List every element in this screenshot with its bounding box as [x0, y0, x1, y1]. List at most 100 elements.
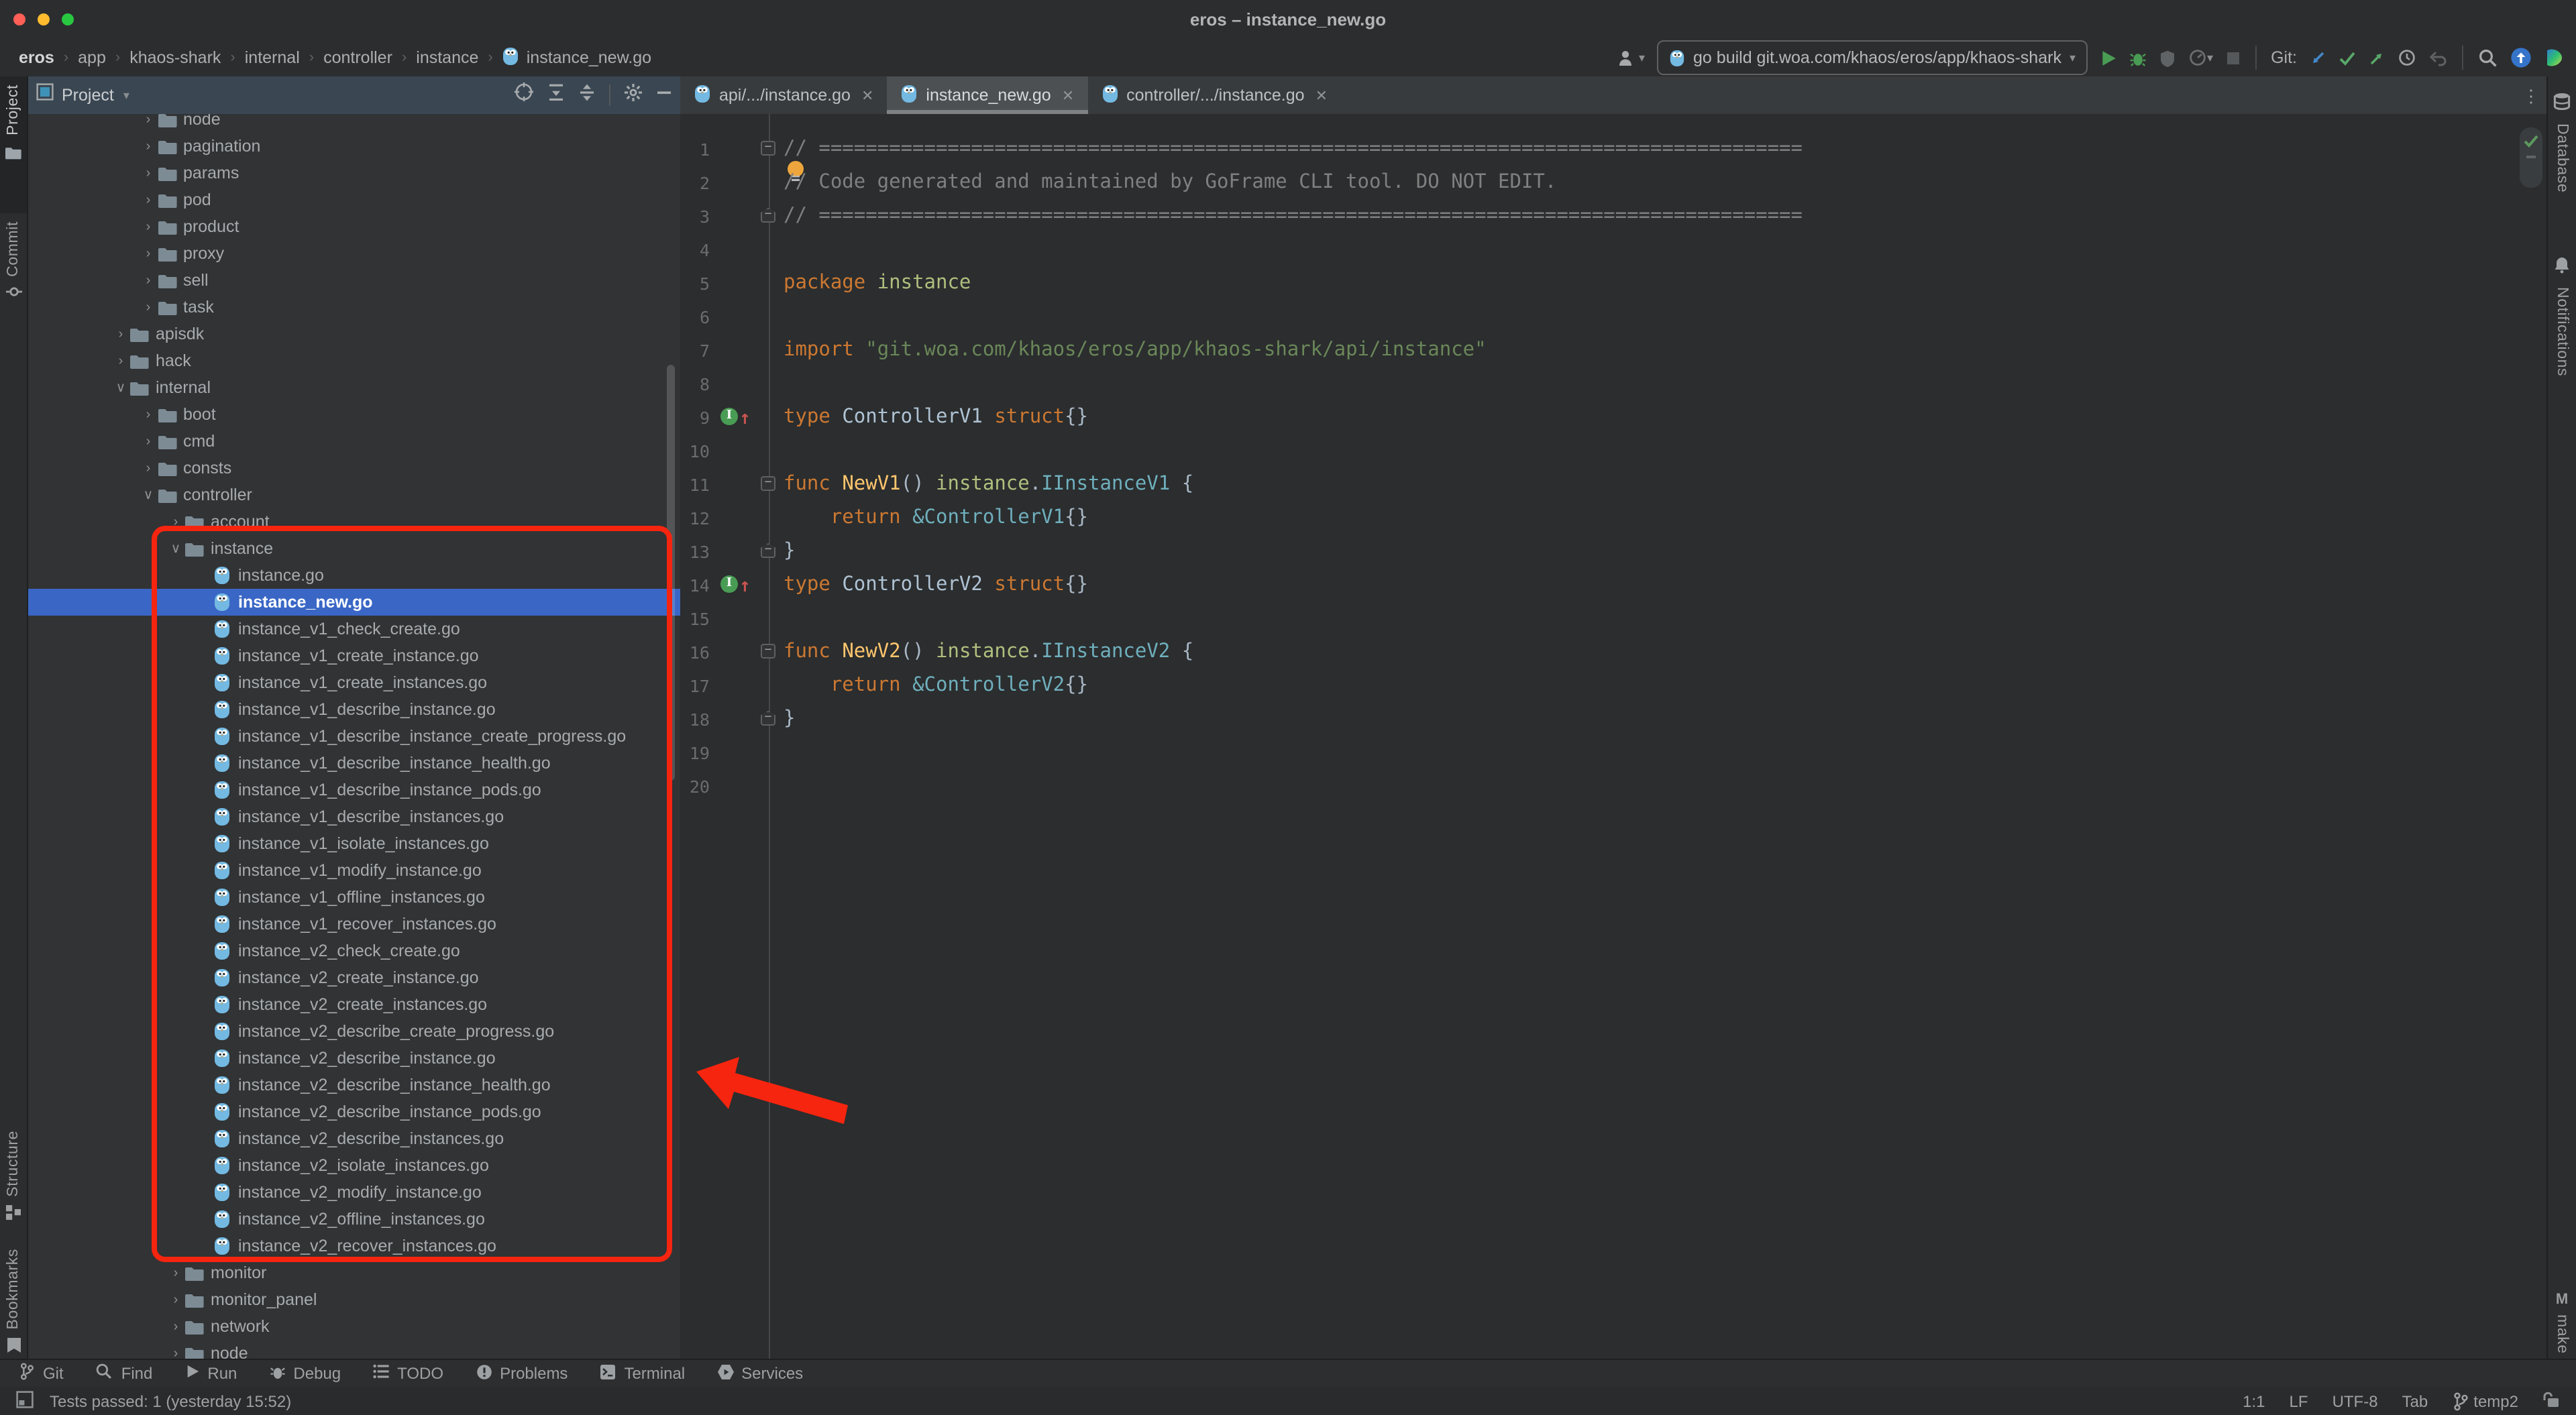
debug-button[interactable]	[2129, 49, 2147, 66]
profiler-button[interactable]: ▾	[2188, 48, 2213, 67]
code-line-18[interactable]: 18−}	[680, 703, 2529, 736]
tool-stripe-project[interactable]: Project	[0, 76, 27, 213]
status-message[interactable]: Tests passed: 1 (yesterday 15:52)	[50, 1392, 291, 1410]
expand-all-icon[interactable]	[547, 82, 565, 108]
tree-item-instance_v1_offline_instances.go[interactable]: instance_v1_offline_instances.go	[28, 884, 680, 911]
code-line-4[interactable]: 4	[680, 233, 2529, 267]
code-line-7[interactable]: 7import "git.woa.com/khaos/eros/app/khao…	[680, 334, 2529, 367]
tree-item-instance_v2_check_create.go[interactable]: instance_v2_check_create.go	[28, 938, 680, 964]
tree-item-instance[interactable]: ∨instance	[28, 535, 680, 562]
file-encoding[interactable]: UTF-8	[2332, 1392, 2378, 1410]
project-panel-header[interactable]: Project ▾	[28, 76, 680, 114]
chevron-right-icon[interactable]: ›	[139, 166, 158, 180]
search-everywhere-icon[interactable]	[2478, 48, 2498, 68]
tree-item-pod[interactable]: ›pod	[28, 186, 680, 213]
tool-stripe-commit[interactable]: Commit	[0, 213, 27, 337]
chevron-right-icon[interactable]: ›	[166, 514, 185, 529]
chevron-right-icon[interactable]: ›	[139, 300, 158, 315]
gear-icon[interactable]	[624, 82, 643, 108]
rollback-button[interactable]	[2428, 49, 2447, 66]
tree-item-instance_v1_isolate_instances.go[interactable]: instance_v1_isolate_instances.go	[28, 830, 680, 857]
tree-item-instance_v2_describe_create_progress.go[interactable]: instance_v2_describe_create_progress.go	[28, 1018, 680, 1045]
chevron-right-icon[interactable]: ›	[166, 1292, 185, 1307]
breadcrumb-item-controller[interactable]: controller	[323, 48, 392, 67]
code-line-3[interactable]: 3−// ===================================…	[680, 200, 2529, 233]
chevron-right-icon[interactable]: ›	[139, 219, 158, 234]
code-line-11[interactable]: 11−func NewV1() instance.IInstanceV1 {	[680, 468, 2529, 502]
code-line-15[interactable]: 15	[680, 602, 2529, 636]
tree-item-sell[interactable]: ›sell	[28, 267, 680, 294]
caret-position[interactable]: 1:1	[2243, 1392, 2265, 1410]
tool-stripe-database[interactable]: Database	[2548, 84, 2576, 232]
git-commit-button[interactable]	[2339, 49, 2356, 66]
tree-item-apisdk[interactable]: ›apisdk	[28, 321, 680, 347]
tree-item-instance_v2_modify_instance.go[interactable]: instance_v2_modify_instance.go	[28, 1179, 680, 1206]
indent-style[interactable]: Tab	[2402, 1392, 2428, 1410]
chevron-right-icon[interactable]: ›	[139, 461, 158, 475]
tool-stripe-notifications[interactable]: Notifications	[2548, 248, 2576, 425]
close-tab-icon[interactable]: ✕	[1062, 87, 1074, 104]
tree-item-monitor[interactable]: ›monitor	[28, 1259, 680, 1286]
tool-window-button-git[interactable]: Git	[19, 1363, 64, 1384]
git-push-button[interactable]	[2368, 49, 2385, 66]
tree-item-product[interactable]: ›product	[28, 213, 680, 240]
close-tab-icon[interactable]: ✕	[861, 87, 873, 104]
breadcrumb-item-internal[interactable]: internal	[245, 48, 300, 67]
code-line-10[interactable]: 10	[680, 435, 2529, 468]
project-scrollbar[interactable]	[667, 365, 675, 781]
code-line-14[interactable]: 14I↑type ControllerV2 struct{}	[680, 569, 2529, 602]
code-editor[interactable]: 1−// ===================================…	[680, 114, 2529, 1360]
tree-item-instance_v2_describe_instance.go[interactable]: instance_v2_describe_instance.go	[28, 1045, 680, 1072]
chevron-right-icon[interactable]: ›	[166, 1346, 185, 1360]
tree-item-instance_v1_describe_instance_create_progress.go[interactable]: instance_v1_describe_instance_create_pro…	[28, 723, 680, 750]
editor-tab-instance_new.go[interactable]: instance_new.go✕	[887, 76, 1087, 114]
tree-item-network[interactable]: ›network	[28, 1313, 680, 1340]
implemented-interface-icon[interactable]: I	[720, 575, 738, 593]
code-line-17[interactable]: 17 return &ControllerV2{}	[680, 669, 2529, 703]
chevron-right-icon[interactable]: ›	[166, 1265, 185, 1280]
chevron-right-icon[interactable]: ›	[139, 407, 158, 422]
code-line-6[interactable]: 6	[680, 300, 2529, 334]
chevron-right-icon[interactable]: ›	[139, 434, 158, 449]
tree-item-node[interactable]: ›node	[28, 1340, 680, 1360]
tree-item-instance_v1_create_instances.go[interactable]: instance_v1_create_instances.go	[28, 669, 680, 696]
tool-window-button-find[interactable]: Find	[96, 1363, 153, 1384]
chevron-right-icon[interactable]: ›	[111, 353, 130, 368]
unlocked-icon[interactable]	[2542, 1390, 2560, 1412]
tree-item-instance.go[interactable]: instance.go	[28, 562, 680, 589]
tree-item-instance_v2_create_instances.go[interactable]: instance_v2_create_instances.go	[28, 991, 680, 1018]
tree-item-instance_v2_describe_instance_pods.go[interactable]: instance_v2_describe_instance_pods.go	[28, 1098, 680, 1125]
code-line-12[interactable]: 12 return &ControllerV1{}	[680, 502, 2529, 535]
tree-item-consts[interactable]: ›consts	[28, 455, 680, 482]
chevron-down-icon[interactable]: ∨	[139, 488, 158, 502]
fold-end-marker-icon[interactable]: −	[761, 711, 775, 726]
tree-item-controller[interactable]: ∨controller	[28, 482, 680, 508]
chevron-right-icon[interactable]: ›	[139, 139, 158, 154]
run-button[interactable]	[2100, 49, 2117, 66]
tool-window-button-debug[interactable]: Debug	[269, 1363, 341, 1383]
tree-item-instance_v2_describe_instances.go[interactable]: instance_v2_describe_instances.go	[28, 1125, 680, 1152]
code-line-2[interactable]: 2// Code generated and maintained by GoF…	[680, 166, 2529, 200]
run-with-coverage-button[interactable]	[2159, 49, 2176, 66]
code-line-1[interactable]: 1−// ===================================…	[680, 133, 2529, 166]
ide-update-icon[interactable]	[2510, 47, 2532, 68]
breadcrumb-item-khaos-shark[interactable]: khaos-shark	[129, 48, 221, 67]
git-update-button[interactable]	[2309, 49, 2326, 66]
tree-item-internal[interactable]: ∨internal	[28, 374, 680, 401]
tree-item-instance_v1_modify_instance.go[interactable]: instance_v1_modify_instance.go	[28, 857, 680, 884]
stop-button[interactable]	[2225, 50, 2240, 65]
tree-item-instance_v1_recover_instances.go[interactable]: instance_v1_recover_instances.go	[28, 911, 680, 938]
tree-item-instance_v2_offline_instances.go[interactable]: instance_v2_offline_instances.go	[28, 1206, 680, 1233]
tree-item-params[interactable]: ›params	[28, 160, 680, 186]
tree-item-account[interactable]: ›account	[28, 508, 680, 535]
hide-panel-icon[interactable]	[656, 83, 672, 107]
code-line-8[interactable]: 8	[680, 367, 2529, 401]
tool-window-button-services[interactable]: Services	[717, 1363, 803, 1383]
editor-tab-controller/.../instance.go[interactable]: controller/.../instance.go✕	[1087, 76, 1341, 114]
tree-item-instance_new.go[interactable]: instance_new.go	[28, 589, 680, 616]
tree-item-pagination[interactable]: ›pagination	[28, 133, 680, 160]
editor-tab-api/.../instance.go[interactable]: api/.../instance.go✕	[680, 76, 887, 114]
tool-stripe-structure[interactable]: Structure	[0, 1123, 27, 1254]
line-ending[interactable]: LF	[2290, 1392, 2308, 1410]
tree-item-instance_v1_describe_instance.go[interactable]: instance_v1_describe_instance.go	[28, 696, 680, 723]
